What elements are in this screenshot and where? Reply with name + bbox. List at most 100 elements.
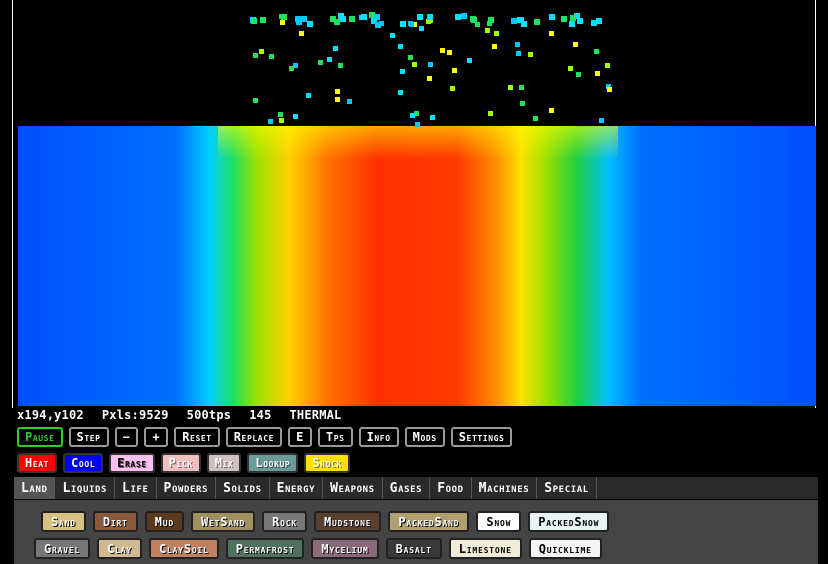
element-packedsand[interactable]: PackedSand [388,511,470,532]
particle [521,21,527,27]
category-tab-food[interactable]: Food [430,477,472,499]
element-mycelium[interactable]: Mycelium [311,538,379,559]
particle [595,71,600,76]
increase-size-button[interactable]: + [144,427,169,447]
mix-tool[interactable]: Mix [206,453,242,473]
pick-tool[interactable]: Pick [160,453,201,473]
particle [347,99,352,104]
particle [338,13,344,19]
particle [375,22,381,28]
cool-tool[interactable]: Cool [63,453,104,473]
element-gravel[interactable]: Gravel [34,538,91,559]
particle-layer [250,12,612,127]
element-permafrost[interactable]: Permafrost [225,538,305,559]
particle [400,69,405,74]
erase-tool[interactable]: Erase [109,453,155,473]
particle [361,14,367,20]
settings-button[interactable]: Settings [450,427,513,447]
thermal-top-glow [218,126,618,406]
particle [335,89,340,94]
category-tab-solids[interactable]: Solids [216,477,270,499]
category-tab-liquids[interactable]: Liquids [55,477,116,499]
category-tab-life[interactable]: Life [115,477,157,499]
decrease-size-button[interactable]: − [114,427,139,447]
particle [412,62,417,67]
control-row: Pause Step − + Reset Replace E Tps Info Mods Setti… [17,427,513,447]
particle [471,17,477,23]
lookup-tool[interactable]: Lookup [247,453,299,473]
element-rock[interactable]: Rock [262,511,308,532]
tool-row: Heat Cool Erase Pick Mix Lookup Shock [17,453,350,473]
particle [494,31,499,36]
particle [455,14,461,20]
element-basalt[interactable]: Basalt [385,538,442,559]
particle [307,21,313,27]
element-mud[interactable]: Mud [144,511,185,532]
heat-tool[interactable]: Heat [17,453,58,473]
mods-button[interactable]: Mods [404,427,445,447]
particle [318,60,323,65]
category-tab-special[interactable]: Special [537,477,597,499]
element-snow[interactable]: Snow [476,511,522,532]
particle [417,14,423,20]
pause-button[interactable]: Pause [17,427,63,447]
particle [408,21,413,26]
particle [570,15,576,21]
particle [569,21,575,27]
step-button[interactable]: Step [68,427,109,447]
particle [596,18,602,24]
particle [260,17,266,23]
particle [447,50,452,55]
particle [415,122,420,127]
particle [605,63,610,68]
particle [251,18,257,24]
particle [293,114,298,119]
particle [599,118,604,123]
particle [428,62,433,67]
element-packedsnow[interactable]: PackedSnow [528,511,610,532]
shock-tool[interactable]: Shock [304,453,350,473]
element-claysoil[interactable]: ClaySoil [148,538,219,559]
particle [549,31,554,36]
particle [568,66,573,71]
category-tab-gases[interactable]: Gases [383,477,431,499]
particle [338,63,343,68]
category-tab-energy[interactable]: Energy [270,477,324,499]
particle [306,93,311,98]
category-tab-machines[interactable]: Machines [472,477,538,499]
pixel-count: Pxls:9529 [101,408,169,422]
reset-button[interactable]: Reset [174,427,220,447]
particle [519,85,524,90]
tps-readout: 500tps [186,408,232,422]
particle [410,113,415,118]
category-tab-powders[interactable]: Powders [157,477,217,499]
particle [349,16,355,22]
simulation-canvas[interactable] [18,0,816,406]
particle [561,16,567,22]
category-tab-land[interactable]: Land [14,477,56,499]
tps-button[interactable]: Tps [317,427,353,447]
particle [295,16,301,22]
info-button[interactable]: Info [358,427,399,447]
particle [278,112,283,117]
particle [508,85,513,90]
e-button[interactable]: E [288,427,312,447]
particle [549,108,554,113]
particle [301,16,307,22]
element-wetsand[interactable]: WetSand [191,511,256,532]
element-mudstone[interactable]: Mudstone [314,511,382,532]
particle [533,116,538,121]
particle [549,14,555,20]
cursor-coords: x194,y102 [17,408,84,422]
replace-button[interactable]: Replace [225,427,283,447]
element-limestone[interactable]: Limestone [448,538,522,559]
particle [528,52,533,57]
element-clay[interactable]: Clay [97,538,142,559]
particle [390,33,395,38]
element-dirt[interactable]: Dirt [92,511,138,532]
particle [607,87,612,92]
category-tab-weapons[interactable]: Weapons [323,477,383,499]
particle [253,98,258,103]
element-sand[interactable]: Sand [41,511,86,532]
element-quicklime[interactable]: Quicklime [528,538,602,559]
